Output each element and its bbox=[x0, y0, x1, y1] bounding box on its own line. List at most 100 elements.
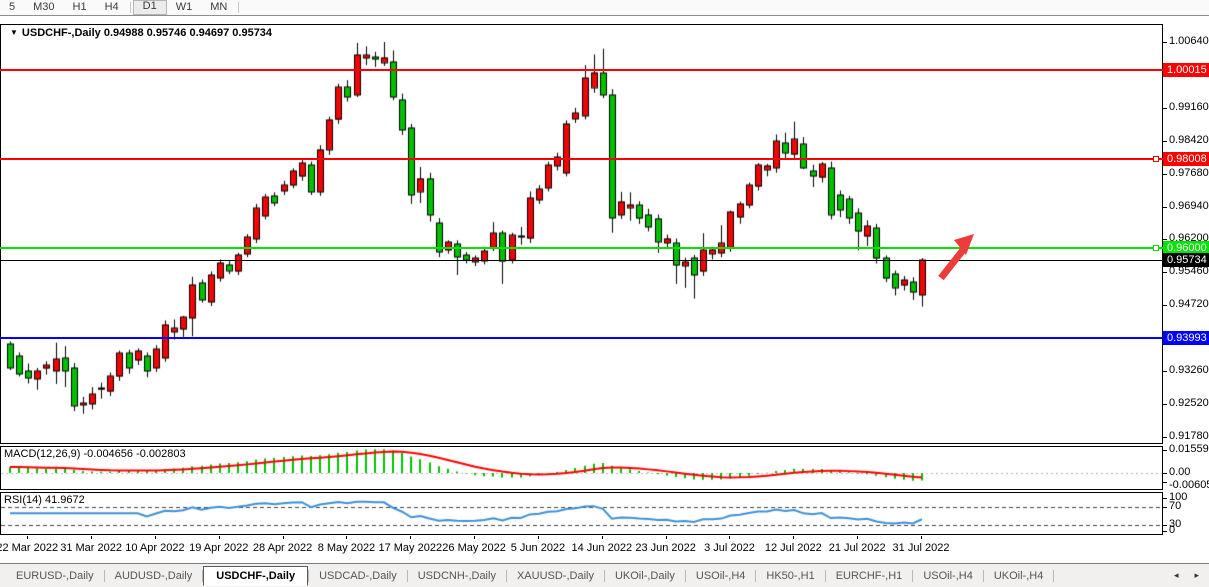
tab-scroll-right-icon[interactable]: ▸ bbox=[1194, 570, 1199, 581]
rsi-label: RSI(14) 41.9672 bbox=[4, 494, 85, 506]
symbol-tab-ukoil-daily[interactable]: UKOil-,Daily bbox=[605, 567, 685, 585]
timeframe-button-mn[interactable]: MN bbox=[201, 1, 236, 14]
rsi-axis-tick bbox=[1163, 498, 1167, 499]
macd-axis-label: 0.015596 bbox=[1169, 443, 1209, 455]
date-label: 8 May 2022 bbox=[318, 542, 375, 554]
horizontal-line-1.00015[interactable] bbox=[0, 69, 1163, 71]
line-handle[interactable] bbox=[1153, 156, 1159, 162]
date-label: 26 May 2022 bbox=[442, 542, 506, 554]
rsi-axis-tick bbox=[1163, 531, 1167, 532]
rsi-pane[interactable] bbox=[0, 492, 1163, 535]
price-axis-tick bbox=[1163, 207, 1167, 208]
timeframe-button-m30[interactable]: M30 bbox=[24, 1, 63, 14]
macd-values: -0.004656 -0.002803 bbox=[83, 448, 185, 460]
rsi-axis-label: 0 bbox=[1169, 524, 1175, 536]
date-axis-tick bbox=[155, 536, 156, 539]
date-label: 21 Jul 2022 bbox=[829, 542, 886, 554]
horizontal-line-0.98008[interactable] bbox=[0, 158, 1163, 160]
line-handle[interactable] bbox=[1153, 245, 1159, 251]
timeframe-button-w1[interactable]: W1 bbox=[167, 1, 202, 14]
price-axis-tick bbox=[1163, 108, 1167, 109]
date-label: 19 Apr 2022 bbox=[189, 542, 248, 554]
rsi-axis-label: 70 bbox=[1169, 500, 1181, 512]
timeframe-button-h4[interactable]: H4 bbox=[96, 1, 128, 14]
date-label: 31 Mar 2022 bbox=[60, 542, 122, 554]
date-label: 31 Jul 2022 bbox=[893, 542, 950, 554]
horizontal-line-0.95734[interactable] bbox=[0, 260, 1163, 261]
price-axis-label: 1.00640 bbox=[1169, 35, 1209, 47]
price-badge-0.95734: 0.95734 bbox=[1163, 253, 1209, 267]
date-axis-tick bbox=[27, 536, 28, 539]
date-label: 12 Jul 2022 bbox=[765, 542, 822, 554]
symbol-tab-eurusd-daily[interactable]: EURUSD-,Daily bbox=[6, 567, 104, 585]
macd-axis-label: -0.006055 bbox=[1169, 479, 1209, 491]
date-axis-tick bbox=[346, 536, 347, 539]
price-axis-tick bbox=[1163, 42, 1167, 43]
timeframe-toolbar: 5M30H1H4 D1W1MN bbox=[0, 0, 1209, 16]
date-axis-tick bbox=[538, 536, 539, 539]
symbol-tab-audusd-daily[interactable]: AUDUSD-,Daily bbox=[105, 567, 203, 585]
macd-axis-tick bbox=[1163, 450, 1167, 451]
tab-scroll-nav: ◂▸ bbox=[1174, 570, 1209, 581]
price-axis-label: 0.98420 bbox=[1169, 134, 1209, 146]
timeframe-button-h1[interactable]: H1 bbox=[64, 1, 96, 14]
horizontal-line-0.96000[interactable] bbox=[0, 247, 1163, 249]
date-axis-tick bbox=[474, 536, 475, 539]
main-chart-pane[interactable] bbox=[0, 24, 1163, 444]
symbol-tab-usdcnh-daily[interactable]: USDCNH-,Daily bbox=[408, 567, 506, 585]
trend-arrow-annotation[interactable] bbox=[930, 224, 982, 286]
price-axis-label: 0.97680 bbox=[1169, 167, 1209, 179]
date-label: 17 May 2022 bbox=[378, 542, 442, 554]
price-axis-tick bbox=[1163, 174, 1167, 175]
symbol-tab-usdcad-daily[interactable]: USDCAD-,Daily bbox=[309, 567, 407, 585]
macd-axis-label: 0.00 bbox=[1169, 466, 1190, 478]
date-axis-tick bbox=[219, 536, 220, 539]
symbol-tab-eurchf-h1[interactable]: EURCHF-,H1 bbox=[826, 567, 913, 585]
date-axis-tick bbox=[729, 536, 730, 539]
date-axis-tick bbox=[410, 536, 411, 539]
tab-scroll-left-icon[interactable]: ◂ bbox=[1174, 570, 1179, 581]
date-axis-tick bbox=[921, 536, 922, 539]
chart-dropdown-icon[interactable]: ▼ bbox=[10, 28, 18, 37]
rsi-value: 41.9672 bbox=[45, 494, 85, 506]
price-badge-0.93993: 0.93993 bbox=[1163, 331, 1209, 345]
timeframe-button-d1[interactable]: D1 bbox=[133, 0, 167, 15]
date-label: 5 Jun 2022 bbox=[511, 542, 565, 554]
date-axis-tick bbox=[91, 536, 92, 539]
price-axis-label: 0.99160 bbox=[1169, 101, 1209, 113]
date-axis: 22 Mar 202231 Mar 202210 Apr 202219 Apr … bbox=[0, 536, 1163, 562]
chart-ohlc-values: 0.94988 0.95746 0.94697 0.95734 bbox=[104, 27, 272, 39]
price-axis-tick bbox=[1163, 437, 1167, 438]
date-label: 23 Jun 2022 bbox=[635, 542, 696, 554]
price-axis-label: 0.91780 bbox=[1169, 430, 1209, 442]
price-axis-tick bbox=[1163, 272, 1167, 273]
price-badge-0.98008: 0.98008 bbox=[1163, 152, 1209, 166]
symbol-tab-usoil-h4[interactable]: USOil-,H4 bbox=[913, 567, 983, 585]
chart-symbol-label: USDCHF-,Daily bbox=[22, 27, 101, 39]
macd-label: MACD(12,26,9) -0.004656 -0.002803 bbox=[4, 448, 186, 460]
timeframe-button-5[interactable]: 5 bbox=[0, 1, 24, 14]
date-axis-tick bbox=[793, 536, 794, 539]
candlestick-chart-canvas[interactable] bbox=[1, 25, 1162, 443]
symbol-tab-usoil-h4[interactable]: USOil-,H4 bbox=[686, 567, 756, 585]
date-label: 14 Jun 2022 bbox=[572, 542, 633, 554]
date-axis-tick bbox=[283, 536, 284, 539]
chart-title: ▼ USDCHF-,Daily 0.94988 0.95746 0.94697 0… bbox=[10, 27, 272, 39]
symbol-tab-usdchf-daily[interactable]: USDCHF-,Daily bbox=[203, 566, 308, 586]
price-axis-tick bbox=[1163, 239, 1167, 240]
symbol-tab-xauusd-daily[interactable]: XAUUSD-,Daily bbox=[507, 567, 604, 585]
terminal-window: 5M30H1H4 D1W1MN ▼ USDCHF-,Daily 0.94988 0.… bbox=[0, 0, 1209, 587]
symbol-tab-ukoil-h4[interactable]: UKOil-,H4 bbox=[984, 567, 1054, 585]
price-axis-tick bbox=[1163, 305, 1167, 306]
symbol-tab-hk50-h1[interactable]: HK50-,H1 bbox=[756, 567, 824, 585]
macd-axis-tick bbox=[1163, 482, 1167, 483]
date-label: 22 Mar 2022 bbox=[0, 542, 58, 554]
rsi-axis-tick bbox=[1163, 525, 1167, 526]
macd-axis-tick bbox=[1163, 473, 1167, 474]
symbol-tab-bar: EURUSD-,DailyAUDUSD-,DailyUSDCHF-,DailyU… bbox=[0, 563, 1209, 587]
date-label: 3 Jul 2022 bbox=[704, 542, 755, 554]
date-axis-tick bbox=[857, 536, 858, 539]
price-axis-tick bbox=[1163, 404, 1167, 405]
horizontal-line-0.93993[interactable] bbox=[0, 337, 1163, 339]
rsi-indicator-canvas bbox=[1, 493, 1162, 534]
